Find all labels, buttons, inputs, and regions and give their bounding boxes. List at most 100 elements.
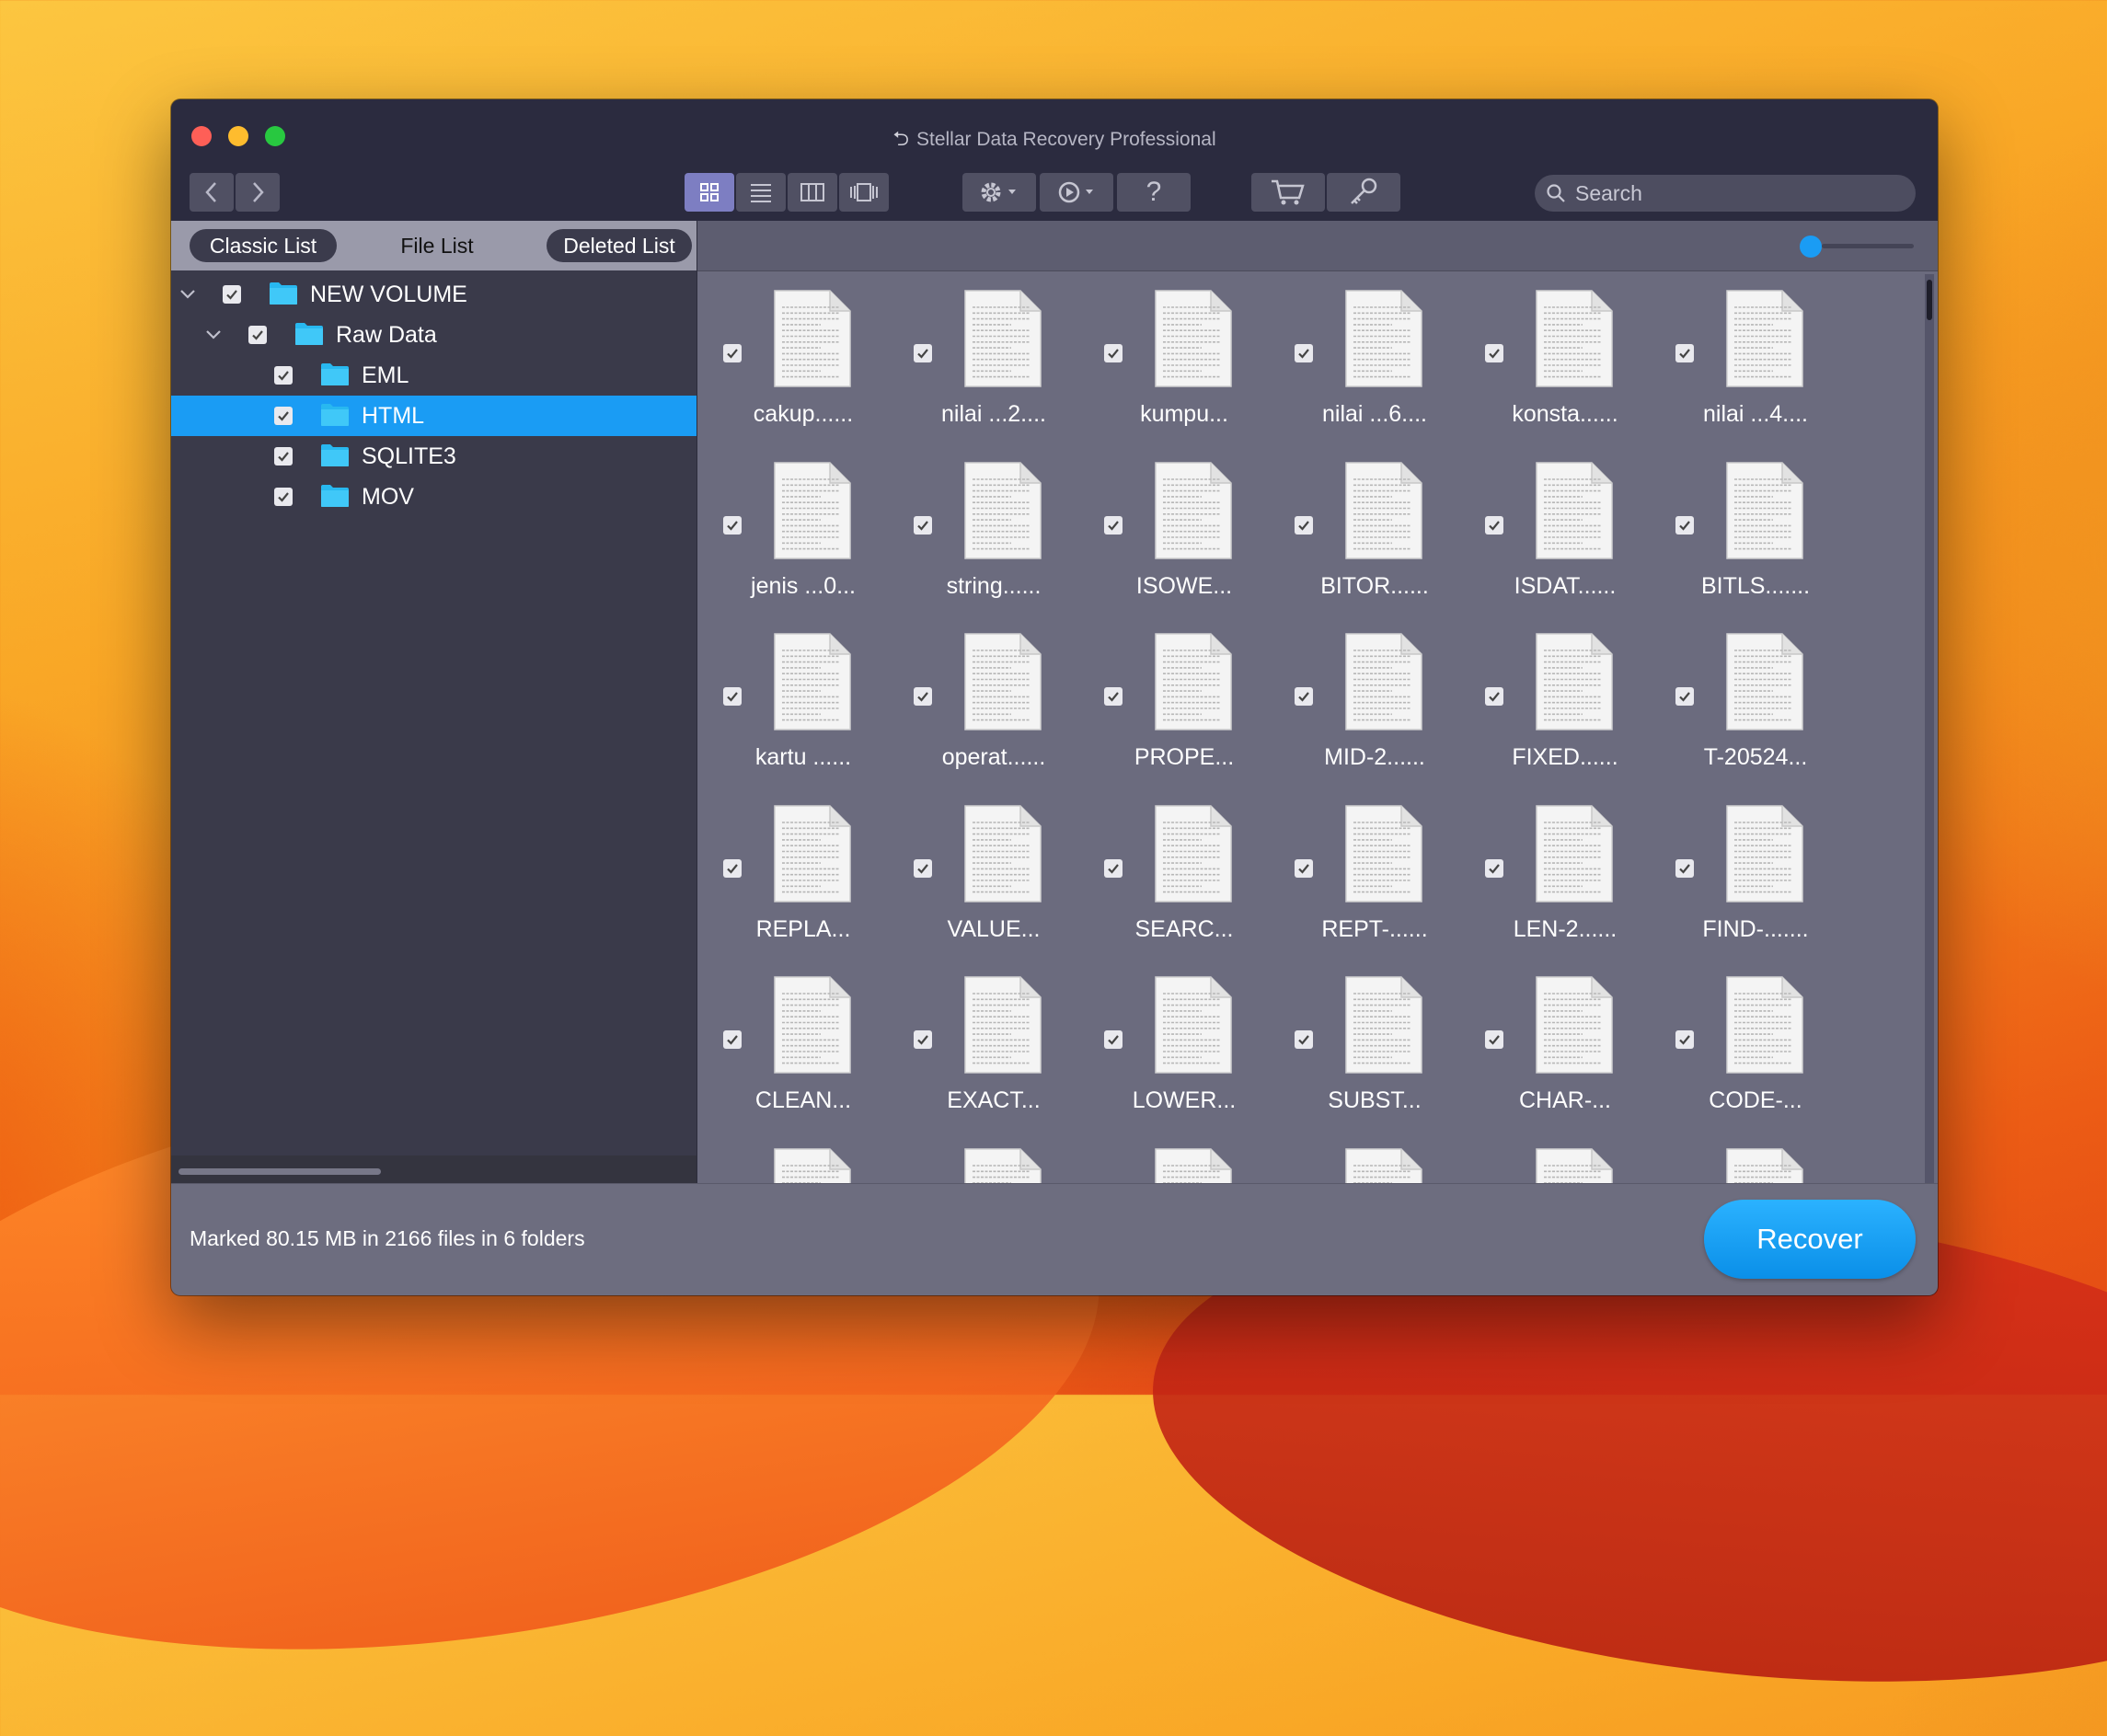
list-view-button[interactable]: [736, 173, 786, 212]
tab-classic-list[interactable]: Classic List: [190, 229, 337, 262]
file-item[interactable]: PROPE...: [1089, 623, 1279, 794]
file-item[interactable]: cakup......: [708, 280, 898, 451]
file-checkbox[interactable]: [1295, 1030, 1313, 1049]
file-thumbnail[interactable]: [773, 461, 852, 560]
tree-row-sqlite3[interactable]: SQLITE3: [171, 436, 697, 477]
file-thumbnail[interactable]: [1344, 289, 1423, 388]
file-checkbox[interactable]: [1675, 858, 1694, 878]
tree-row-new-volume[interactable]: NEW VOLUME: [171, 274, 697, 315]
file-checkbox[interactable]: [1104, 515, 1123, 535]
horizontal-scrollbar[interactable]: [178, 1168, 381, 1175]
file-checkbox[interactable]: [1295, 858, 1313, 878]
forward-button[interactable]: [236, 173, 280, 212]
tree-row-raw-data[interactable]: Raw Data: [171, 315, 697, 355]
file-thumbnail[interactable]: [773, 975, 852, 1075]
tree-checkbox[interactable]: [274, 447, 293, 466]
file-checkbox[interactable]: [1485, 687, 1503, 706]
file-checkbox[interactable]: [723, 858, 742, 878]
zoom-slider-knob[interactable]: [1800, 236, 1822, 258]
file-checkbox[interactable]: [914, 344, 932, 362]
file-thumbnail[interactable]: [1725, 975, 1804, 1075]
file-thumbnail[interactable]: [1725, 289, 1804, 388]
file-thumbnail[interactable]: [1535, 289, 1614, 388]
file-thumbnail[interactable]: [1725, 804, 1804, 903]
file-item[interactable]: [1470, 1138, 1660, 1183]
file-item[interactable]: FIND-.......: [1661, 795, 1850, 966]
back-button[interactable]: [190, 173, 234, 212]
file-checkbox[interactable]: [1675, 344, 1694, 362]
icon-view-button[interactable]: [685, 173, 734, 212]
file-item[interactable]: string......: [899, 452, 1088, 623]
coverflow-view-button[interactable]: [839, 173, 889, 212]
file-item[interactable]: FIXED......: [1470, 623, 1660, 794]
expand-toggle[interactable]: [178, 285, 197, 304]
file-item[interactable]: [1661, 1138, 1850, 1183]
file-item[interactable]: kartu ......: [708, 623, 898, 794]
file-thumbnail[interactable]: [963, 289, 1042, 388]
file-item[interactable]: REPT-......: [1280, 795, 1469, 966]
file-thumbnail[interactable]: [1154, 1147, 1233, 1183]
file-thumbnail[interactable]: [963, 804, 1042, 903]
file-item[interactable]: MID-2......: [1280, 623, 1469, 794]
file-thumbnail[interactable]: [1535, 975, 1614, 1075]
file-item[interactable]: jenis ...0...: [708, 452, 898, 623]
file-checkbox[interactable]: [1675, 1030, 1694, 1049]
file-thumbnail[interactable]: [773, 289, 852, 388]
file-checkbox[interactable]: [1104, 858, 1123, 878]
zoom-slider-track[interactable]: [1822, 244, 1914, 248]
file-checkbox[interactable]: [1485, 515, 1503, 535]
file-item[interactable]: LEN-2......: [1470, 795, 1660, 966]
file-thumbnail[interactable]: [1154, 804, 1233, 903]
settings-button[interactable]: [962, 173, 1036, 212]
file-checkbox[interactable]: [914, 687, 932, 706]
tree-checkbox[interactable]: [274, 407, 293, 425]
file-thumbnail[interactable]: [773, 632, 852, 731]
file-thumbnail[interactable]: [1725, 461, 1804, 560]
file-checkbox[interactable]: [1485, 344, 1503, 362]
expand-toggle[interactable]: [204, 326, 223, 344]
file-checkbox[interactable]: [1295, 344, 1313, 362]
file-thumbnail[interactable]: [1154, 461, 1233, 560]
file-checkbox[interactable]: [1104, 344, 1123, 362]
file-item[interactable]: [708, 1138, 898, 1183]
file-item[interactable]: REPLA...: [708, 795, 898, 966]
column-view-button[interactable]: [788, 173, 837, 212]
file-item[interactable]: VALUE...: [899, 795, 1088, 966]
file-thumbnail[interactable]: [963, 1147, 1042, 1183]
file-item[interactable]: operat......: [899, 623, 1088, 794]
file-thumbnail[interactable]: [1344, 461, 1423, 560]
tab-deleted-list[interactable]: Deleted List: [547, 229, 692, 262]
file-checkbox[interactable]: [1485, 858, 1503, 878]
file-item[interactable]: nilai ...6....: [1280, 280, 1469, 451]
file-thumbnail[interactable]: [1725, 1147, 1804, 1183]
tree-row-eml[interactable]: EML: [171, 355, 697, 396]
file-item[interactable]: CODE-...: [1661, 966, 1850, 1137]
file-checkbox[interactable]: [723, 515, 742, 535]
file-item[interactable]: LOWER...: [1089, 966, 1279, 1137]
tab-file-list[interactable]: File List: [368, 229, 506, 262]
vertical-scroll-thumb[interactable]: [1927, 280, 1932, 320]
file-checkbox[interactable]: [1295, 687, 1313, 706]
file-thumbnail[interactable]: [1344, 632, 1423, 731]
file-item[interactable]: ISOWE...: [1089, 452, 1279, 623]
buy-button[interactable]: [1251, 173, 1325, 212]
file-checkbox[interactable]: [914, 1030, 932, 1049]
file-thumbnail[interactable]: [1535, 804, 1614, 903]
vertical-scrollbar[interactable]: [1925, 274, 1934, 1185]
file-item[interactable]: CHAR-...: [1470, 966, 1660, 1137]
file-item[interactable]: kumpu...: [1089, 280, 1279, 451]
file-thumbnail[interactable]: [1535, 632, 1614, 731]
file-thumbnail[interactable]: [963, 975, 1042, 1075]
file-item[interactable]: EXACT...: [899, 966, 1088, 1137]
file-item[interactable]: nilai ...4....: [1661, 280, 1850, 451]
tree-checkbox[interactable]: [223, 285, 241, 304]
recover-button[interactable]: Recover: [1704, 1200, 1916, 1279]
activate-button[interactable]: [1327, 173, 1400, 212]
file-thumbnail[interactable]: [1154, 632, 1233, 731]
file-item[interactable]: [899, 1138, 1088, 1183]
file-thumbnail[interactable]: [1344, 1147, 1423, 1183]
file-thumbnail[interactable]: [773, 804, 852, 903]
help-button[interactable]: ?: [1117, 173, 1191, 212]
file-item[interactable]: BITLS.......: [1661, 452, 1850, 623]
tree-row-mov[interactable]: MOV: [171, 477, 697, 517]
